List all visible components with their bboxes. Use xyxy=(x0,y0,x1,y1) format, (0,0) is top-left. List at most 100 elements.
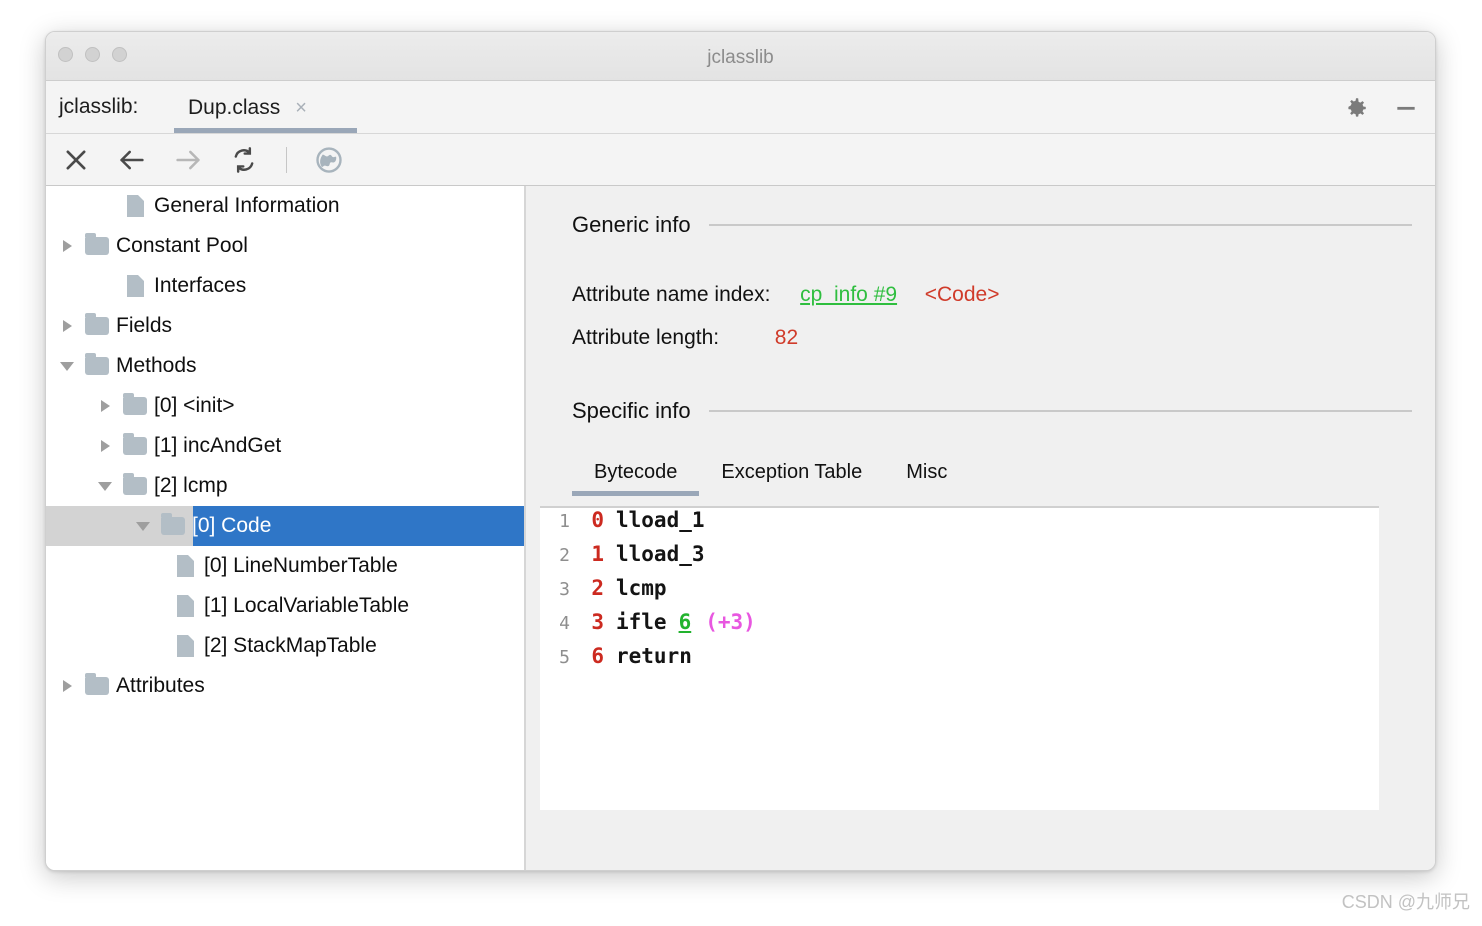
tree-item-linenumbertable[interactable]: [0] LineNumberTable xyxy=(46,546,524,586)
line-number: 5 xyxy=(544,647,570,668)
bytecode-line: 3 2 lcmp xyxy=(540,576,1379,610)
tab-dup-class-label: Dup.class xyxy=(188,96,280,120)
tree-item-label: Fields xyxy=(114,314,172,338)
attribute-name-index-value: <Code> xyxy=(925,283,1000,306)
document-icon xyxy=(118,275,152,297)
bytecode-mnemonic: lcmp xyxy=(616,576,667,600)
tree-item-label: [0] LineNumberTable xyxy=(202,554,398,578)
tree-item-fields[interactable]: Fields xyxy=(46,306,524,346)
tree-item-constant-pool[interactable]: Constant Pool xyxy=(46,226,524,266)
chevron-right-icon[interactable] xyxy=(92,400,118,412)
watermark: CSDN @九师兄 xyxy=(1342,888,1470,914)
tree-item-stackmaptable[interactable]: [2] StackMapTable xyxy=(46,626,524,666)
tab-strip: jclasslib: Dup.class × xyxy=(46,81,1435,134)
tree-item-localvariabletable[interactable]: [1] LocalVariableTable xyxy=(46,586,524,626)
bytecode-line: 2 1 lload_3 xyxy=(540,542,1379,576)
globe-icon xyxy=(313,144,345,176)
titlebar-actions xyxy=(1343,81,1419,134)
attribute-name-index-row: Attribute name index: cp_info #9 <Code> xyxy=(572,283,999,307)
folder-icon xyxy=(118,477,152,495)
tree-item-method-init[interactable]: [0] <init> xyxy=(46,386,524,426)
back-arrow-icon[interactable] xyxy=(116,144,148,176)
tab-bytecode[interactable]: Bytecode xyxy=(572,461,699,496)
document-icon xyxy=(168,635,202,657)
reload-icon[interactable] xyxy=(228,144,260,176)
bytecode-mnemonic: ifle xyxy=(616,610,667,634)
chevron-down-icon[interactable] xyxy=(92,482,118,491)
toolbar-separator xyxy=(286,147,287,173)
chevron-right-icon[interactable] xyxy=(54,240,80,252)
tab-exception-table[interactable]: Exception Table xyxy=(699,461,884,496)
generic-info-title: Generic info xyxy=(572,212,691,238)
document-icon xyxy=(168,555,202,577)
tab-dup-class[interactable]: Dup.class × xyxy=(174,81,321,134)
window-title: jclasslib xyxy=(46,47,1435,69)
tree-item-label: Attributes xyxy=(114,674,205,698)
attribute-length-value: 82 xyxy=(775,326,798,349)
gear-icon[interactable] xyxy=(1343,95,1369,121)
tree-item-label: [1] incAndGet xyxy=(152,434,281,458)
folder-icon xyxy=(80,317,114,335)
folder-icon xyxy=(80,357,114,375)
close-icon[interactable]: × xyxy=(295,98,307,118)
document-icon xyxy=(118,195,152,217)
bytecode-line: 4 3 ifle 6 (+3) xyxy=(540,610,1379,644)
tree-item-label: [2] StackMapTable xyxy=(202,634,377,658)
tree-item-interfaces[interactable]: Interfaces xyxy=(46,266,524,306)
tab-active-underline xyxy=(174,128,357,133)
tree-item-label: [0] Code xyxy=(190,514,271,538)
specific-info-title: Specific info xyxy=(572,398,691,424)
chevron-down-icon[interactable] xyxy=(130,522,156,531)
tab-misc[interactable]: Misc xyxy=(884,461,969,496)
line-number: 1 xyxy=(544,511,570,532)
chevron-down-icon[interactable] xyxy=(54,362,80,371)
minimize-icon[interactable] xyxy=(1393,95,1419,121)
tree-item-methods[interactable]: Methods xyxy=(46,346,524,386)
folder-icon xyxy=(156,517,190,535)
tree-item-label: [1] LocalVariableTable xyxy=(202,594,409,618)
close-icon[interactable] xyxy=(60,144,92,176)
document-icon xyxy=(168,595,202,617)
tree-item-label: Methods xyxy=(114,354,197,378)
tree-item-method-incandget[interactable]: [1] incAndGet xyxy=(46,426,524,466)
bytecode-line: 5 6 return xyxy=(540,644,1379,678)
tree-item-attributes[interactable]: Attributes xyxy=(46,666,524,706)
bytecode-mnemonic: return xyxy=(616,644,692,668)
bytecode-offset: 2 xyxy=(570,576,604,600)
cp-info-link[interactable]: cp_info #9 xyxy=(800,283,897,306)
navigation-toolbar xyxy=(46,134,1435,186)
attribute-name-index-label: Attribute name index: xyxy=(572,283,770,306)
chevron-right-icon[interactable] xyxy=(54,680,80,692)
folder-icon xyxy=(80,237,114,255)
branch-target-link[interactable]: 6 xyxy=(679,610,692,634)
tree-item-label: [2] lcmp xyxy=(152,474,228,498)
tree-item-code-attribute[interactable]: [0] Code xyxy=(46,506,524,546)
bytecode-offset: 6 xyxy=(570,644,604,668)
bytecode-offset: 1 xyxy=(570,542,604,566)
attribute-length-row: Attribute length: 82 xyxy=(572,326,798,350)
tree-item-general-information[interactable]: General Information xyxy=(46,186,524,226)
attribute-detail-pane: Generic info Attribute name index: cp_in… xyxy=(526,186,1435,871)
bytecode-line: 1 0 lload_1 xyxy=(540,508,1379,542)
class-structure-tree[interactable]: General Information Constant Pool Interf… xyxy=(46,186,524,871)
bytecode-listing[interactable]: 1 0 lload_1 2 1 lload_3 3 2 lcmp 4 3 xyxy=(540,506,1379,810)
bytecode-mnemonic: lload_3 xyxy=(616,542,705,566)
line-number: 4 xyxy=(544,613,570,634)
bytecode-offset: 0 xyxy=(570,508,604,532)
specific-info-header: Specific info xyxy=(572,398,1412,424)
chevron-right-icon[interactable] xyxy=(54,320,80,332)
line-number: 2 xyxy=(544,545,570,566)
app-window: jclasslib jclasslib: Dup.class × xyxy=(45,31,1436,871)
section-divider xyxy=(709,410,1412,412)
specific-info-tabs: Bytecode Exception Table Misc xyxy=(572,461,969,496)
window-titlebar: jclasslib xyxy=(46,32,1435,81)
folder-icon xyxy=(118,397,152,415)
main-split: General Information Constant Pool Interf… xyxy=(46,186,1435,871)
chevron-right-icon[interactable] xyxy=(92,440,118,452)
forward-arrow-icon xyxy=(172,144,204,176)
tree-item-label: General Information xyxy=(152,194,340,218)
tree-item-method-lcmp[interactable]: [2] lcmp xyxy=(46,466,524,506)
folder-icon xyxy=(80,677,114,695)
branch-offset-value: (+3) xyxy=(705,610,756,634)
tree-item-label: [0] <init> xyxy=(152,394,235,418)
